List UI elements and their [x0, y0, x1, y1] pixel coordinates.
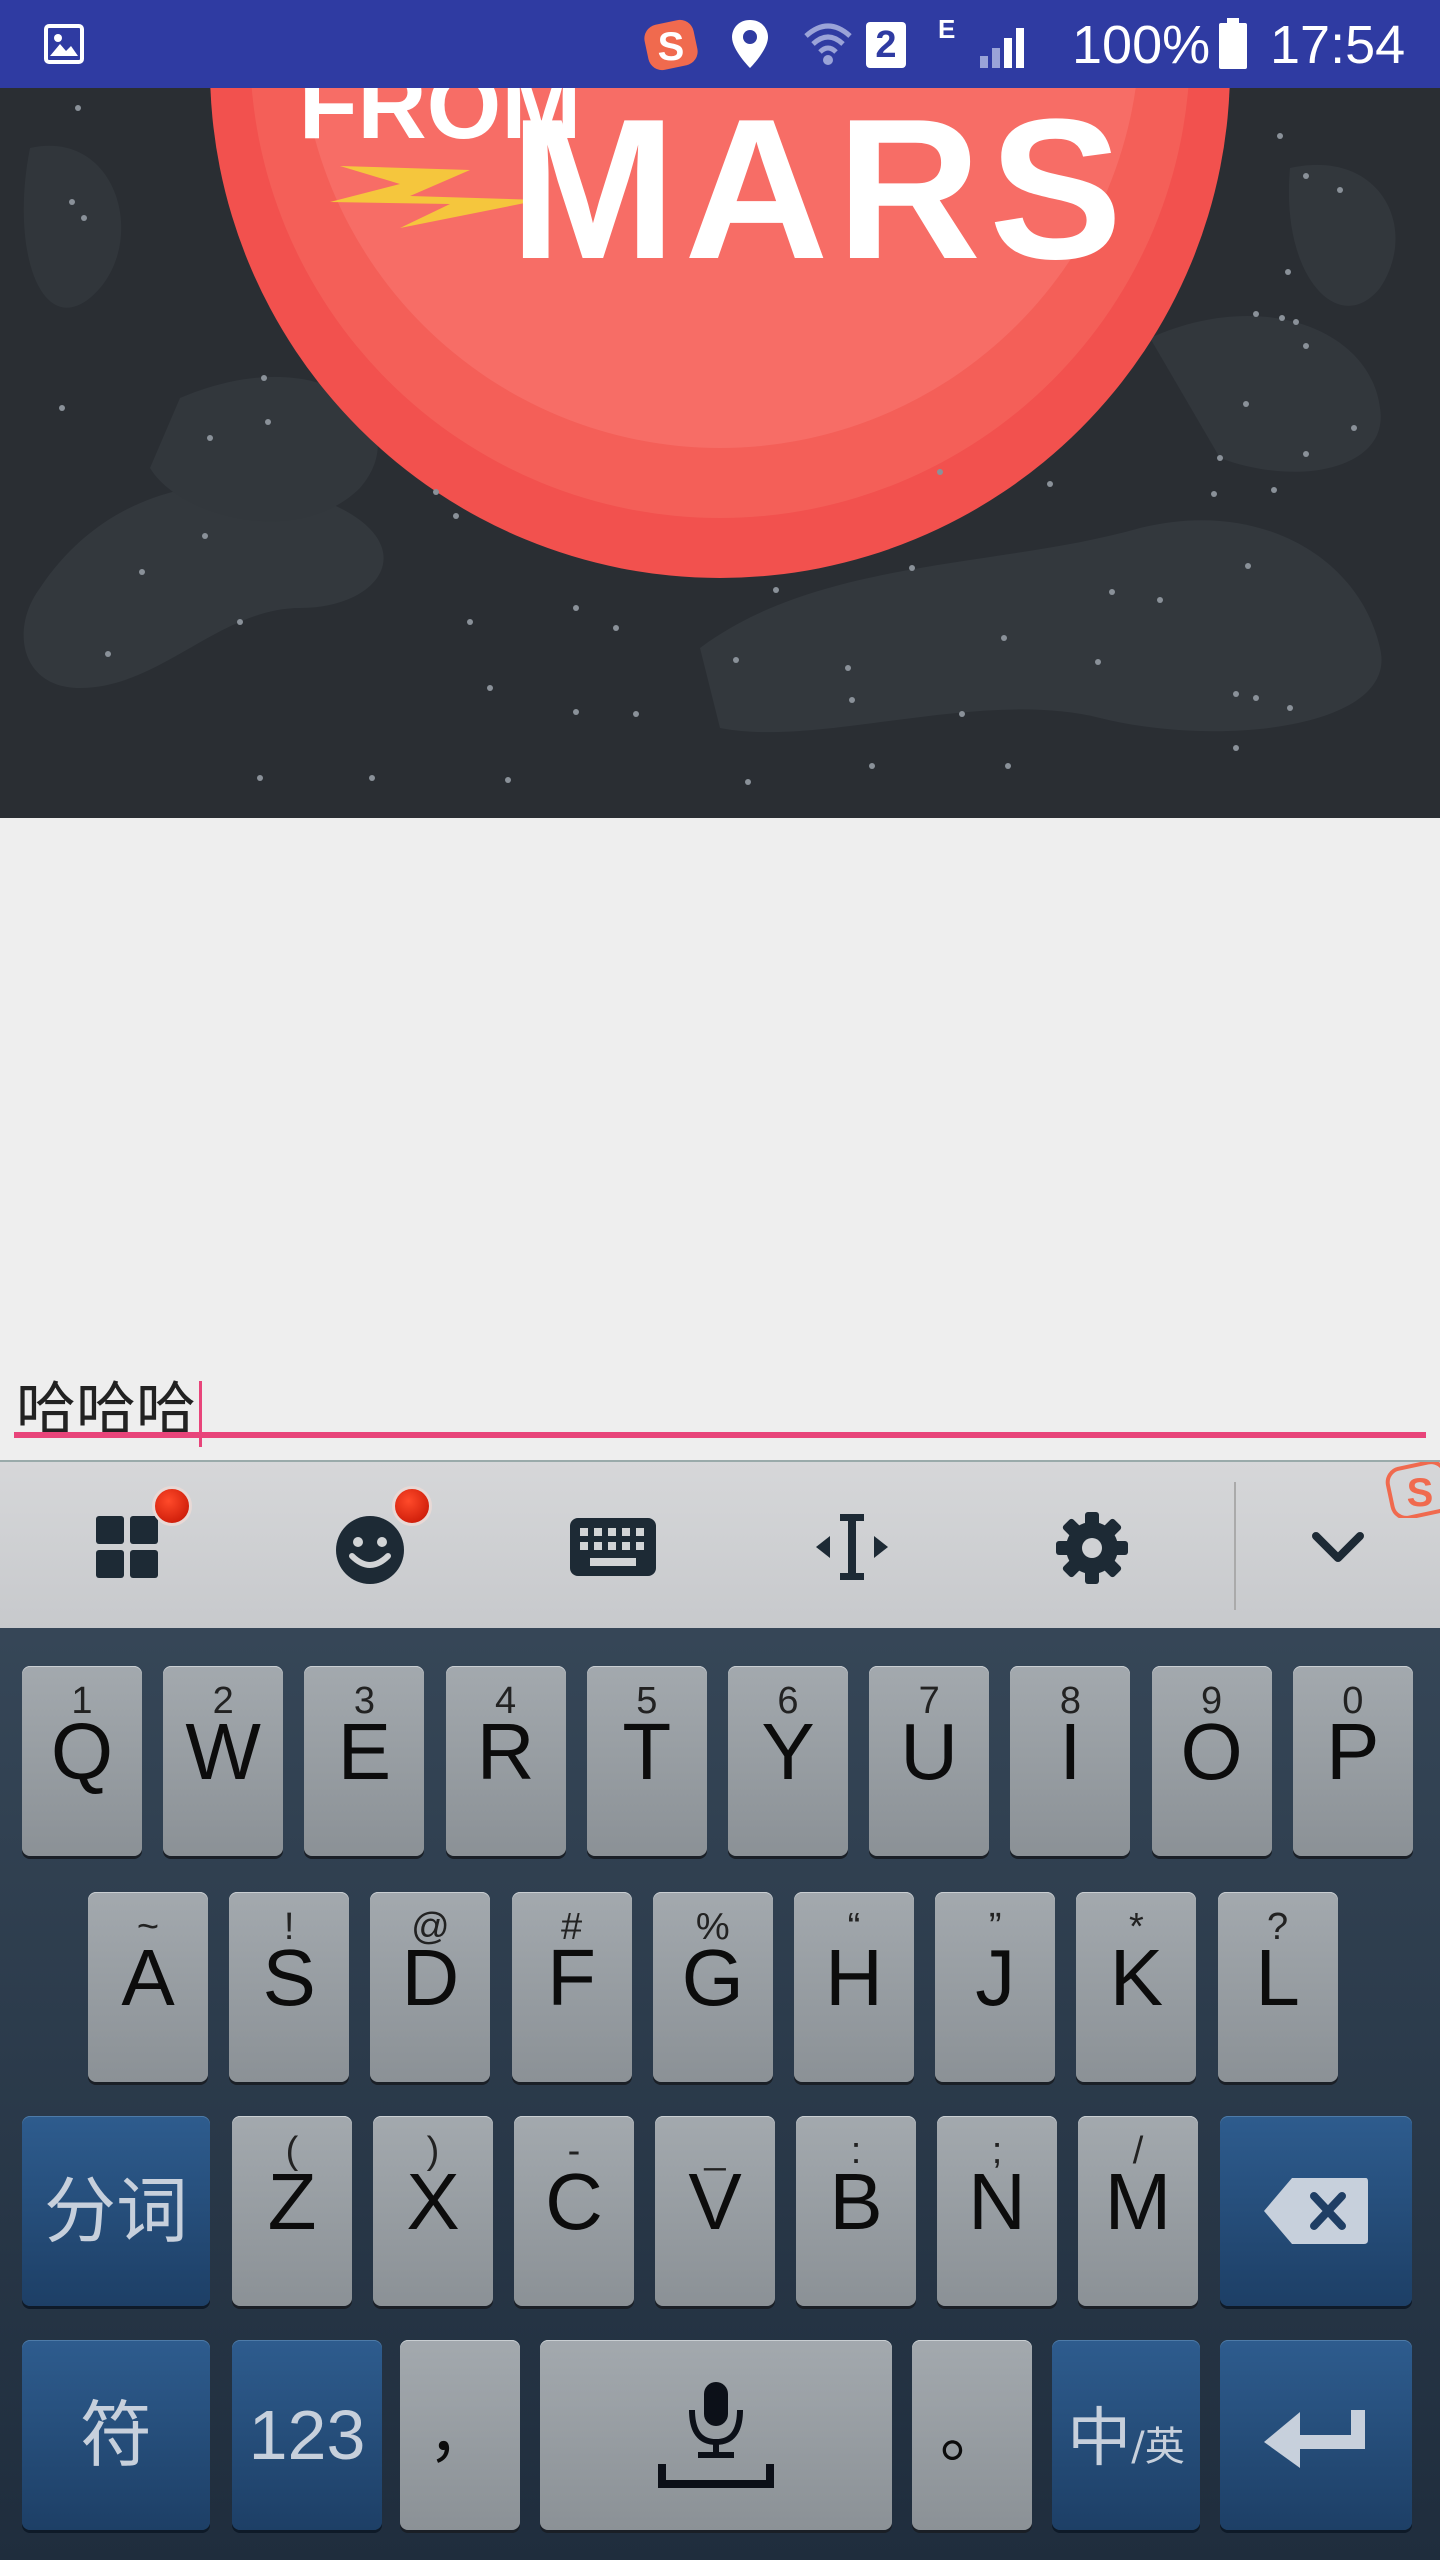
key-j[interactable]: ” J	[935, 1892, 1056, 2082]
microphone-icon	[658, 2382, 774, 2488]
space-key[interactable]	[540, 2340, 892, 2530]
location-icon	[732, 20, 768, 68]
sim-icon: 2	[866, 22, 906, 68]
cursor-move-icon[interactable]	[812, 1506, 892, 1586]
key-label: E	[337, 1707, 392, 1796]
key-h[interactable]: “H	[794, 1892, 914, 2082]
key-label: Y	[761, 1707, 815, 1796]
hero-image: FROM MARS	[0, 88, 1440, 818]
backspace-key[interactable]	[1220, 2116, 1412, 2306]
key-label: R	[476, 1707, 535, 1796]
key-label: Z	[267, 2157, 317, 2246]
wifi-icon	[804, 23, 852, 65]
enter-key[interactable]	[1220, 2340, 1412, 2530]
key-label: I	[1059, 1707, 1082, 1796]
notification-badge	[152, 1486, 192, 1526]
sogou-s-icon: S	[644, 19, 698, 71]
key-label: N	[968, 2157, 1026, 2246]
settings-gear-icon[interactable]	[1052, 1506, 1132, 1586]
key-label: M	[1104, 2157, 1172, 2246]
key-d[interactable]: @ D	[370, 1892, 491, 2082]
enter-icon	[1264, 2410, 1365, 2468]
key-label: D	[401, 1933, 460, 2022]
hero-title-large: MARS	[510, 88, 1131, 301]
notification-badge	[392, 1486, 432, 1526]
key-f[interactable]: # F	[511, 1892, 632, 2082]
key-label: V	[688, 2157, 742, 2246]
signal-icon	[980, 28, 1024, 68]
key-label: G	[681, 1933, 744, 2022]
key-label: Q	[50, 1707, 114, 1796]
key-v[interactable]: _ V	[655, 2116, 775, 2306]
comma-key[interactable]: ，	[400, 2340, 520, 2530]
period-key[interactable]: 。	[912, 2340, 1032, 2530]
key-label: H	[825, 1933, 883, 2022]
key-label: P	[1326, 1707, 1380, 1796]
segment-key[interactable]: 分词	[22, 2116, 210, 2306]
key-x[interactable]: ) X	[373, 2116, 493, 2306]
key-label: A	[121, 1933, 175, 2022]
clock: 17:54	[1270, 15, 1406, 75]
key-w[interactable]: 2W	[163, 1666, 284, 1856]
key-label: U	[900, 1707, 959, 1796]
key-s[interactable]: ! S	[229, 1892, 350, 2082]
key-o[interactable]: 9O	[1151, 1666, 1272, 1856]
key-label: J	[975, 1933, 1016, 2022]
key-label: O	[1180, 1707, 1243, 1796]
battery-percent: 100%	[1072, 15, 1211, 75]
key-z[interactable]: (Z	[232, 2116, 352, 2306]
key-label: X	[406, 2157, 460, 2246]
symbols-key[interactable]: 符	[22, 2340, 210, 2530]
key-u[interactable]: 7U	[869, 1666, 990, 1856]
key-p[interactable]: 0P	[1292, 1666, 1413, 1856]
key-label: F	[547, 1933, 597, 2022]
key-n[interactable]: ; N	[937, 2116, 1057, 2306]
screen: S 2 E 100% 17:54 FROM MARS 哈哈哈 S 1 Q 2 W…	[0, 0, 1440, 2560]
key-c[interactable]: -C	[514, 2116, 634, 2306]
key-g[interactable]: % G	[652, 1892, 773, 2082]
numbers-key[interactable]: 123	[232, 2340, 382, 2530]
key-t[interactable]: 5T	[586, 1666, 707, 1856]
key-label: T	[622, 1707, 672, 1796]
key-y[interactable]: 6Y	[728, 1666, 848, 1856]
key-r[interactable]: 4R	[445, 1666, 566, 1856]
key-k[interactable]: * K	[1076, 1892, 1197, 2082]
mars-illustration: FROM MARS	[0, 88, 1440, 818]
key-l[interactable]: ? L	[1217, 1892, 1338, 2082]
language-toggle-key[interactable]: 中/英	[1052, 2340, 1200, 2530]
toolbar-divider	[1234, 1482, 1236, 1610]
sogou-s-icon: S	[1385, 1462, 1440, 1518]
key-a[interactable]: ~ A	[88, 1892, 208, 2082]
key-label: L	[1255, 1933, 1300, 2022]
status-bar: S 2 E 100% 17:54	[0, 0, 1440, 88]
gallery-icon	[44, 24, 84, 64]
input-underline	[14, 1432, 1426, 1438]
key-label: S	[262, 1933, 316, 2022]
soft-keyboard: S 1Q2W3E4R5T6Y7U8I9O0P ~ A! S @ D # F% G “H” J * K?…	[0, 1460, 1440, 2560]
key-label: C	[545, 2157, 603, 2246]
key-label: B	[829, 2157, 883, 2246]
key-m[interactable]: / M	[1078, 2116, 1198, 2306]
content-area: 哈哈哈	[0, 818, 1440, 1460]
svg-text:S: S	[658, 25, 685, 69]
battery-icon	[1219, 18, 1247, 69]
key-e[interactable]: 3E	[304, 1666, 425, 1856]
key-b[interactable]: :B	[796, 2116, 916, 2306]
keyboard-toolbar: S	[0, 1460, 1440, 1628]
collapse-chevron-icon[interactable]	[1298, 1506, 1378, 1586]
svg-text:S: S	[1407, 1471, 1434, 1515]
key-label: K	[1109, 1933, 1164, 2022]
backspace-icon	[1264, 2178, 1368, 2244]
key-i[interactable]: 8I	[1010, 1666, 1131, 1856]
keyboard-icon[interactable]	[568, 1506, 658, 1586]
key-q[interactable]: 1Q	[22, 1666, 142, 1856]
message-input[interactable]: 哈哈哈	[14, 1340, 1426, 1450]
key-label: W	[185, 1707, 261, 1796]
network-type: E	[938, 14, 956, 44]
